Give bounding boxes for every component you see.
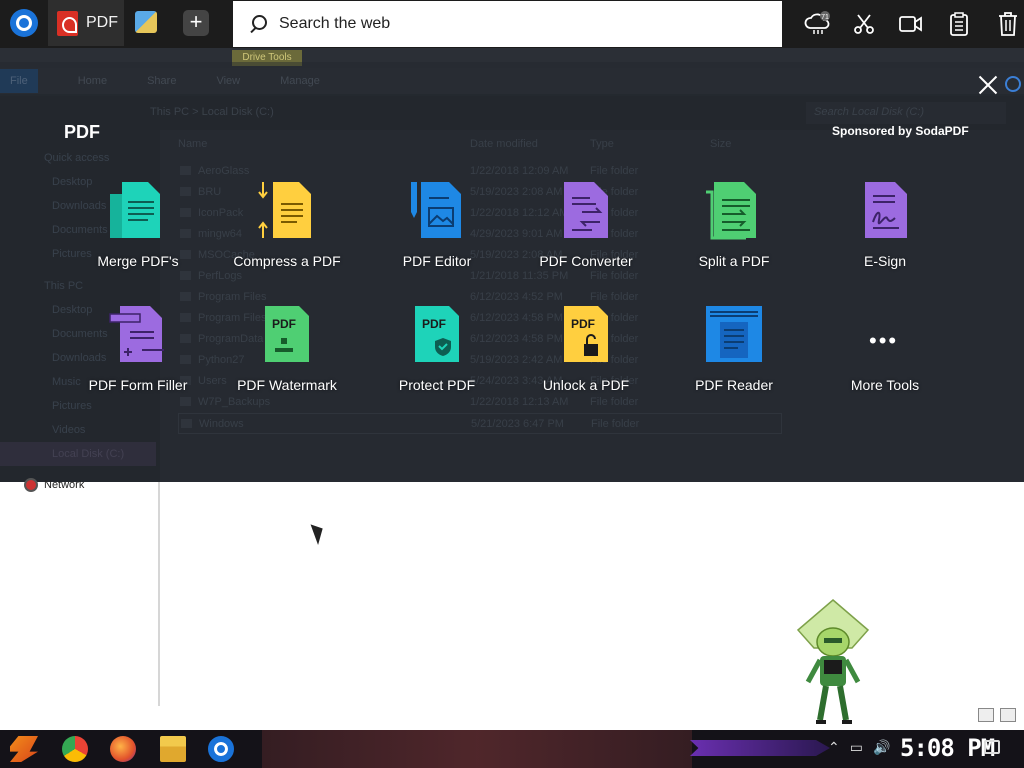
- tool-e-sign[interactable]: E-Sign: [815, 180, 955, 292]
- tab-pdf-label: PDF: [86, 14, 118, 31]
- nav-divider: [158, 482, 160, 706]
- desktop-mascot: [790, 598, 876, 728]
- tool-split-pdf[interactable]: Split a PDF: [664, 180, 804, 292]
- pdf-icon: [57, 10, 78, 36]
- watermark-icon: PDF: [257, 304, 317, 364]
- tool-label: Protect PDF: [398, 377, 476, 393]
- start-menu-icon[interactable]: [10, 736, 38, 762]
- file-explorer-icon[interactable]: [160, 736, 186, 762]
- tool-label: PDF Form Filler: [88, 377, 188, 393]
- trash-icon[interactable]: [994, 10, 1022, 38]
- svg-text:PDF: PDF: [571, 317, 595, 331]
- taskbar-accent: [690, 740, 830, 756]
- weather-badge: 71: [821, 14, 829, 21]
- tool-label: PDF Converter: [539, 253, 633, 269]
- search-icon: [249, 15, 267, 33]
- tool-pdf-reader[interactable]: PDF Reader: [664, 304, 804, 416]
- more-tools-icon: •••: [869, 328, 899, 353]
- tool-pdf-editor[interactable]: PDF Editor: [367, 180, 507, 292]
- pdf-reader-icon: [704, 304, 764, 364]
- tool-label: Split a PDF: [698, 253, 770, 269]
- tool-more-tools[interactable]: ••• More Tools: [815, 304, 955, 416]
- pdf-editor-icon: [407, 180, 467, 240]
- tool-label: E-Sign: [863, 253, 907, 269]
- tool-label: PDF Editor: [402, 253, 472, 269]
- panel-title: PDF: [64, 122, 100, 142]
- tab-pdf[interactable]: PDF: [48, 0, 124, 46]
- nav-network[interactable]: Network: [24, 478, 84, 492]
- tool-label: Unlock a PDF: [542, 377, 630, 393]
- nav-network-label: Network: [44, 479, 85, 491]
- form-filler-icon: [108, 304, 168, 364]
- tray-chevron-icon[interactable]: ⌃: [828, 739, 840, 756]
- weather-cloud-icon[interactable]: 71: [804, 10, 832, 38]
- search-web-field[interactable]: Search the web: [233, 1, 782, 47]
- scissors-icon[interactable]: [850, 10, 878, 38]
- tool-pdf-converter[interactable]: PDF Converter: [516, 180, 656, 292]
- svg-text:PDF: PDF: [422, 317, 446, 331]
- close-icon[interactable]: [974, 71, 1002, 99]
- new-tab-button[interactable]: +: [183, 10, 209, 36]
- tool-pdf-form-filler[interactable]: PDF Form Filler: [68, 304, 208, 416]
- e-sign-icon: [855, 180, 915, 240]
- large-icons-view-icon[interactable]: [1000, 708, 1016, 722]
- taskbar-clock[interactable]: 5:08 PM: [900, 734, 995, 762]
- svg-text:PDF: PDF: [272, 317, 296, 331]
- firefox-icon[interactable]: [110, 736, 136, 762]
- mouse-cursor: [310, 520, 328, 546]
- tool-protect-pdf[interactable]: PDF Protect PDF: [367, 304, 507, 416]
- tool-label: PDF Reader: [695, 377, 773, 393]
- video-camera-icon[interactable]: [897, 10, 925, 38]
- taskbar: ⌃ ▭ 🔊 5:08 PM: [0, 730, 1024, 768]
- tool-label: Merge PDF's: [97, 253, 179, 269]
- browser-toolbar: PDF + Search the web 71: [0, 0, 1024, 48]
- search-placeholder: Search the web: [279, 15, 391, 32]
- app-tab-icon[interactable]: [135, 11, 157, 33]
- unlock-pdf-icon: PDF: [556, 304, 616, 364]
- network-icon: [24, 478, 38, 492]
- taskbar-wallpaper-strip: [262, 730, 692, 768]
- view-mode-switcher: [978, 708, 1016, 722]
- merge-pdf-icon: [108, 180, 168, 240]
- tool-pdf-watermark[interactable]: PDF PDF Watermark: [217, 304, 357, 416]
- tool-unlock-pdf[interactable]: PDF Unlock a PDF: [516, 304, 656, 416]
- tool-compress-pdf[interactable]: Compress a PDF: [217, 180, 357, 292]
- tool-label: PDF Watermark: [237, 377, 337, 393]
- details-view-icon[interactable]: [978, 708, 994, 722]
- tool-label: More Tools: [850, 377, 920, 393]
- notification-icon[interactable]: [984, 740, 1000, 754]
- system-tray: ⌃ ▭ 🔊: [828, 739, 890, 756]
- info-icon[interactable]: [1005, 76, 1021, 92]
- volume-icon[interactable]: 🔊: [873, 739, 890, 756]
- protect-pdf-icon: PDF: [407, 304, 467, 364]
- clipboard-icon[interactable]: [945, 10, 973, 38]
- pdf-tools-panel: PDF Sponsored by SodaPDF Merge PDF's Com…: [0, 62, 1024, 482]
- tool-label: Compress a PDF: [233, 253, 341, 269]
- chrome-icon[interactable]: [62, 736, 88, 762]
- network-tray-icon[interactable]: ▭: [850, 739, 863, 756]
- tool-merge-pdfs[interactable]: Merge PDF's: [68, 180, 208, 292]
- pdf-converter-icon: [556, 180, 616, 240]
- browser-logo-icon[interactable]: [10, 9, 38, 37]
- browser-app-icon[interactable]: [208, 736, 234, 762]
- compress-pdf-icon: [257, 180, 317, 240]
- sponsor-text: Sponsored by SodaPDF: [832, 124, 969, 138]
- split-pdf-icon: [704, 180, 764, 240]
